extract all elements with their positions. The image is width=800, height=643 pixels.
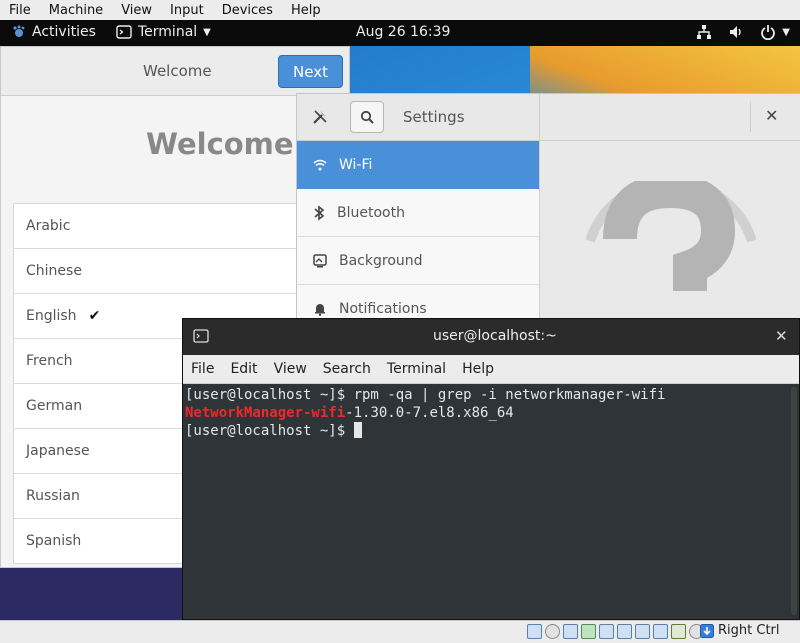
terminal-line-command: [user@localhost ~]$ rpm -qa | grep -i ne… [185,387,666,403]
grep-match: NetworkManager-wifi [185,405,346,421]
prompt: [user@localhost ~]$ [185,423,354,439]
app-menu-label: Terminal [138,24,198,40]
hard-disk-icon[interactable] [527,624,542,639]
search-icon [360,110,374,124]
power-icon: ▼ [760,24,790,40]
chevron-down-icon: ▼ [203,26,211,38]
clock[interactable]: Aug 26 16:39 [356,24,450,40]
terminal-icon [116,25,132,39]
sidebar-item-bluetooth[interactable]: Bluetooth [297,189,539,237]
terminal-menu-help[interactable]: Help [454,361,502,377]
network-wired-icon [697,25,712,39]
vm-status-bar: Right Ctrl [0,620,800,643]
arrow-down-icon [700,623,714,638]
terminal-menu-view[interactable]: View [266,361,315,377]
terminal-scrollbar[interactable] [791,387,797,615]
video-capture-icon[interactable] [653,624,668,639]
vm-menubar: File Machine View Input Devices Help [0,0,800,21]
language-item[interactable]: Chinese [14,249,314,294]
wifi-icon [313,159,327,170]
vm-menu-input[interactable]: Input [161,3,213,18]
vm-menu-file[interactable]: File [0,3,40,18]
activities-button[interactable]: Activities [12,24,96,40]
language-item[interactable]: Arabic [14,204,314,249]
host-key-indicator[interactable]: Right Ctrl [700,623,780,638]
vm-menu-help[interactable]: Help [282,3,330,18]
settings-header: Settings ✕ [297,94,800,141]
terminal-line-result: NetworkManager-wifi-1.30.0-7.el8.x86_64 [185,404,787,422]
close-button[interactable]: ✕ [775,327,788,345]
sidebar-item-background[interactable]: Background [297,237,539,285]
network-icon[interactable] [581,624,596,639]
question-mark-icon [586,181,756,291]
optical-drive-icon[interactable] [545,624,560,639]
settings-title: Settings [403,108,465,126]
tools-icon [313,110,327,124]
welcome-heading: Welcome! [146,127,307,161]
display-icon[interactable] [635,624,650,639]
terminal-menu-terminal[interactable]: Terminal [379,361,454,377]
shared-folder-icon[interactable] [617,624,632,639]
terminal-line-prompt: [user@localhost ~]$ [185,422,787,440]
vm-menu-devices[interactable]: Devices [213,3,282,18]
terminal-menu-edit[interactable]: Edit [222,361,265,377]
terminal-menu-file[interactable]: File [183,361,222,377]
terminal-menubar: File Edit View Search Terminal Help [183,355,799,384]
tools-button[interactable] [303,101,337,133]
terminal-title: user@localhost:~ [433,328,557,344]
background-icon [313,253,327,267]
system-tray[interactable]: ▼ [696,24,790,40]
settings-sidebar: Wi-Fi Bluetooth Background Notifications [297,141,540,334]
close-button[interactable]: ✕ [765,106,778,125]
welcome-header: Welcome Next [1,47,349,96]
vm-device-icons [527,624,704,639]
sidebar-item-label: Bluetooth [337,204,405,221]
search-button[interactable] [350,101,384,133]
audio-icon[interactable] [563,624,578,639]
settings-window: Settings ✕ Wi-Fi Bluetooth Background No… [296,93,800,335]
text-cursor [353,422,362,438]
volume-icon [730,26,741,38]
gnome-foot-icon [13,25,25,37]
terminal-titlebar[interactable]: user@localhost:~ ✕ [183,319,799,356]
vm-menu-view[interactable]: View [112,3,161,18]
header-divider [539,94,540,140]
usb-icon[interactable] [599,624,614,639]
next-button[interactable]: Next [278,55,343,88]
settings-content [540,141,800,334]
terminal-menu-search[interactable]: Search [315,361,379,377]
gnome-top-bar: Activities Terminal ▼ Aug 26 16:39 ▼ [0,20,800,46]
host-key-label: Right Ctrl [718,623,780,638]
bell-icon [315,303,325,316]
package-version: -1.30.0-7.el8.x86_64 [345,405,514,421]
vm-menu-machine[interactable]: Machine [40,3,112,18]
chevron-down-icon: ▼ [782,26,790,38]
sidebar-item-label: Wi-Fi [339,156,373,173]
terminal-window: user@localhost:~ ✕ File Edit View Search… [182,318,800,620]
bluetooth-icon [314,204,325,221]
sidebar-item-wifi[interactable]: Wi-Fi [297,141,539,189]
welcome-title: Welcome [143,62,212,80]
header-divider [750,102,751,132]
cpu-icon[interactable] [671,624,686,639]
activities-label: Activities [32,24,96,40]
sidebar-item-label: Background [339,252,423,269]
terminal-icon [193,329,209,343]
app-menu-terminal[interactable]: Terminal ▼ [116,24,211,40]
checkmark-icon: ✔ [88,308,101,324]
terminal-output[interactable]: [user@localhost ~]$ rpm -qa | grep -i ne… [183,384,789,619]
sidebar-item-label: Notifications [339,300,427,317]
